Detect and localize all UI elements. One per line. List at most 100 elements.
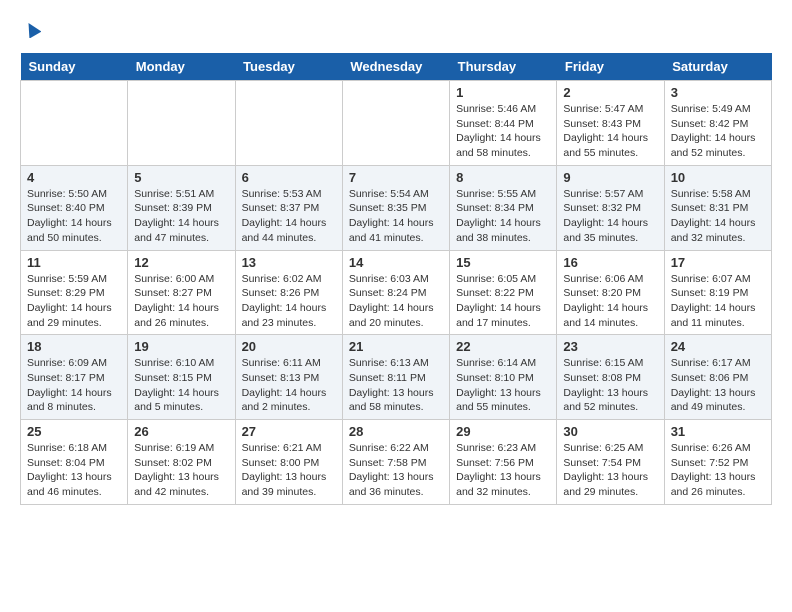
day-info: Sunrise: 6:11 AM Sunset: 8:13 PM Dayligh… <box>242 356 336 415</box>
day-info: Sunrise: 6:26 AM Sunset: 7:52 PM Dayligh… <box>671 441 765 500</box>
calendar-cell: 26Sunrise: 6:19 AM Sunset: 8:02 PM Dayli… <box>128 420 235 505</box>
calendar-cell: 23Sunrise: 6:15 AM Sunset: 8:08 PM Dayli… <box>557 335 664 420</box>
day-info: Sunrise: 6:10 AM Sunset: 8:15 PM Dayligh… <box>134 356 228 415</box>
calendar-week-4: 18 Sunrise: 6:09 AM Sunset: 8:17 PM Dayli… <box>21 335 772 420</box>
calendar-week-2: 4Sunrise: 5:50 AM Sunset: 8:40 PM Daylig… <box>21 165 772 250</box>
day-number: 29 <box>456 424 550 439</box>
day-number: 10 <box>671 170 765 185</box>
day-info: Sunrise: 5:57 AM Sunset: 8:32 PM Dayligh… <box>563 187 657 246</box>
calendar-cell: 29 Sunrise: 6:23 AM Sunset: 7:56 PM Dayli… <box>450 420 557 505</box>
day-info: Sunrise: 6:21 AM Sunset: 8:00 PM Dayligh… <box>242 441 336 500</box>
calendar-cell <box>128 81 235 166</box>
day-number: 14 <box>349 255 443 270</box>
day-info: Sunrise: 6:05 AM Sunset: 8:22 PM Dayligh… <box>456 272 550 331</box>
day-number: 20 <box>242 339 336 354</box>
day-info: Sunrise: 5:55 AM Sunset: 8:34 PM Dayligh… <box>456 187 550 246</box>
calendar-week-1: 1 Sunrise: 5:46 AM Sunset: 8:44 PM Daylig… <box>21 81 772 166</box>
day-number: 7 <box>349 170 443 185</box>
day-number: 19 <box>134 339 228 354</box>
calendar-week-5: 25 Sunrise: 6:18 AM Sunset: 8:04 PM Dayli… <box>21 420 772 505</box>
day-info: Sunrise: 6:22 AM Sunset: 7:58 PM Dayligh… <box>349 441 443 500</box>
header-tuesday: Tuesday <box>235 53 342 81</box>
calendar-week-3: 11 Sunrise: 5:59 AM Sunset: 8:29 PM Dayli… <box>21 250 772 335</box>
calendar-cell: 5 Sunrise: 5:51 AM Sunset: 8:39 PM Daylig… <box>128 165 235 250</box>
logo-triangle-icon <box>23 20 41 43</box>
day-number: 15 <box>456 255 550 270</box>
day-info: Sunrise: 6:06 AM Sunset: 8:20 PM Dayligh… <box>563 272 657 331</box>
day-number: 1 <box>456 85 550 100</box>
day-number: 12 <box>134 255 228 270</box>
day-info: Sunrise: 6:02 AM Sunset: 8:26 PM Dayligh… <box>242 272 336 331</box>
day-number: 31 <box>671 424 765 439</box>
day-info: Sunrise: 5:46 AM Sunset: 8:44 PM Dayligh… <box>456 102 550 161</box>
day-info: Sunrise: 5:49 AM Sunset: 8:42 PM Dayligh… <box>671 102 765 161</box>
calendar: SundayMondayTuesdayWednesdayThursdayFrid… <box>20 53 772 505</box>
day-number: 11 <box>27 255 121 270</box>
day-info: Sunrise: 6:09 AM Sunset: 8:17 PM Dayligh… <box>27 356 121 415</box>
day-number: 3 <box>671 85 765 100</box>
day-info: Sunrise: 6:00 AM Sunset: 8:27 PM Dayligh… <box>134 272 228 331</box>
day-number: 21 <box>349 339 443 354</box>
calendar-cell <box>235 81 342 166</box>
calendar-header-row: SundayMondayTuesdayWednesdayThursdayFrid… <box>21 53 772 81</box>
day-info: Sunrise: 6:18 AM Sunset: 8:04 PM Dayligh… <box>27 441 121 500</box>
day-info: Sunrise: 6:07 AM Sunset: 8:19 PM Dayligh… <box>671 272 765 331</box>
calendar-cell: 9Sunrise: 5:57 AM Sunset: 8:32 PM Daylig… <box>557 165 664 250</box>
calendar-cell <box>342 81 449 166</box>
calendar-cell: 3 Sunrise: 5:49 AM Sunset: 8:42 PM Daylig… <box>664 81 771 166</box>
calendar-cell: 30 Sunrise: 6:25 AM Sunset: 7:54 PM Dayli… <box>557 420 664 505</box>
calendar-cell: 31 Sunrise: 6:26 AM Sunset: 7:52 PM Dayli… <box>664 420 771 505</box>
day-info: Sunrise: 6:25 AM Sunset: 7:54 PM Dayligh… <box>563 441 657 500</box>
day-number: 16 <box>563 255 657 270</box>
day-number: 27 <box>242 424 336 439</box>
day-info: Sunrise: 6:14 AM Sunset: 8:10 PM Dayligh… <box>456 356 550 415</box>
day-number: 25 <box>27 424 121 439</box>
header-wednesday: Wednesday <box>342 53 449 81</box>
calendar-cell: 13Sunrise: 6:02 AM Sunset: 8:26 PM Dayli… <box>235 250 342 335</box>
day-number: 26 <box>134 424 228 439</box>
calendar-cell: 6Sunrise: 5:53 AM Sunset: 8:37 PM Daylig… <box>235 165 342 250</box>
calendar-cell: 25 Sunrise: 6:18 AM Sunset: 8:04 PM Dayli… <box>21 420 128 505</box>
day-number: 28 <box>349 424 443 439</box>
day-number: 23 <box>563 339 657 354</box>
calendar-cell: 14 Sunrise: 6:03 AM Sunset: 8:24 PM Dayli… <box>342 250 449 335</box>
calendar-cell: 12 Sunrise: 6:00 AM Sunset: 8:27 PM Dayli… <box>128 250 235 335</box>
day-number: 8 <box>456 170 550 185</box>
day-number: 5 <box>134 170 228 185</box>
day-info: Sunrise: 6:13 AM Sunset: 8:11 PM Dayligh… <box>349 356 443 415</box>
day-info: Sunrise: 5:58 AM Sunset: 8:31 PM Dayligh… <box>671 187 765 246</box>
calendar-cell: 4Sunrise: 5:50 AM Sunset: 8:40 PM Daylig… <box>21 165 128 250</box>
day-info: Sunrise: 6:03 AM Sunset: 8:24 PM Dayligh… <box>349 272 443 331</box>
day-info: Sunrise: 5:51 AM Sunset: 8:39 PM Dayligh… <box>134 187 228 246</box>
day-number: 2 <box>563 85 657 100</box>
day-info: Sunrise: 6:23 AM Sunset: 7:56 PM Dayligh… <box>456 441 550 500</box>
calendar-cell: 1 Sunrise: 5:46 AM Sunset: 8:44 PM Daylig… <box>450 81 557 166</box>
day-info: Sunrise: 5:59 AM Sunset: 8:29 PM Dayligh… <box>27 272 121 331</box>
header-sunday: Sunday <box>21 53 128 81</box>
header <box>20 20 772 43</box>
header-monday: Monday <box>128 53 235 81</box>
day-info: Sunrise: 6:17 AM Sunset: 8:06 PM Dayligh… <box>671 356 765 415</box>
header-friday: Friday <box>557 53 664 81</box>
calendar-cell: 2 Sunrise: 5:47 AM Sunset: 8:43 PM Daylig… <box>557 81 664 166</box>
calendar-cell: 11 Sunrise: 5:59 AM Sunset: 8:29 PM Dayli… <box>21 250 128 335</box>
calendar-cell: 18 Sunrise: 6:09 AM Sunset: 8:17 PM Dayli… <box>21 335 128 420</box>
day-info: Sunrise: 5:53 AM Sunset: 8:37 PM Dayligh… <box>242 187 336 246</box>
day-number: 24 <box>671 339 765 354</box>
day-number: 30 <box>563 424 657 439</box>
calendar-cell: 8 Sunrise: 5:55 AM Sunset: 8:34 PM Daylig… <box>450 165 557 250</box>
header-thursday: Thursday <box>450 53 557 81</box>
day-number: 18 <box>27 339 121 354</box>
day-number: 17 <box>671 255 765 270</box>
calendar-cell: 28 Sunrise: 6:22 AM Sunset: 7:58 PM Dayli… <box>342 420 449 505</box>
day-number: 22 <box>456 339 550 354</box>
calendar-cell: 20 Sunrise: 6:11 AM Sunset: 8:13 PM Dayli… <box>235 335 342 420</box>
calendar-cell: 22 Sunrise: 6:14 AM Sunset: 8:10 PM Dayli… <box>450 335 557 420</box>
calendar-cell: 21 Sunrise: 6:13 AM Sunset: 8:11 PM Dayli… <box>342 335 449 420</box>
calendar-cell: 7 Sunrise: 5:54 AM Sunset: 8:35 PM Daylig… <box>342 165 449 250</box>
calendar-cell: 19 Sunrise: 6:10 AM Sunset: 8:15 PM Dayli… <box>128 335 235 420</box>
calendar-cell: 17 Sunrise: 6:07 AM Sunset: 8:19 PM Dayli… <box>664 250 771 335</box>
day-info: Sunrise: 5:50 AM Sunset: 8:40 PM Dayligh… <box>27 187 121 246</box>
day-info: Sunrise: 5:54 AM Sunset: 8:35 PM Dayligh… <box>349 187 443 246</box>
day-info: Sunrise: 5:47 AM Sunset: 8:43 PM Dayligh… <box>563 102 657 161</box>
